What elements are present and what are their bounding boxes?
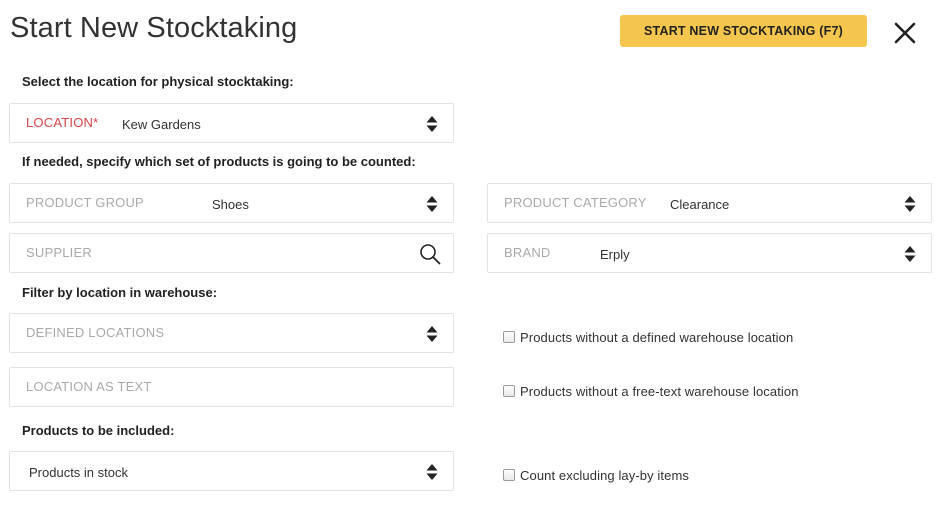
no-freetext-location-checkbox[interactable] xyxy=(503,385,515,397)
brand-value: Erply xyxy=(600,247,630,262)
product-group-select[interactable]: PRODUCT GROUP Shoes xyxy=(9,183,454,223)
exclude-layby-checkbox-row[interactable]: Count excluding lay-by items xyxy=(503,467,689,483)
location-label: LOCATION* xyxy=(26,115,99,130)
brand-label: BRAND xyxy=(504,245,551,260)
products-included-value: Products in stock xyxy=(29,465,128,480)
products-included-select[interactable]: Products in stock xyxy=(9,451,454,491)
no-defined-location-checkbox-row[interactable]: Products without a defined warehouse loc… xyxy=(503,329,793,345)
location-select[interactable]: LOCATION* Kew Gardens xyxy=(9,103,454,143)
location-section-heading: Select the location for physical stockta… xyxy=(22,74,294,89)
product-category-select[interactable]: PRODUCT CATEGORY Clearance xyxy=(487,183,932,223)
warehouse-section-heading: Filter by location in warehouse: xyxy=(22,285,218,300)
supplier-search-field[interactable]: SUPPLIER xyxy=(9,233,454,273)
sort-arrows-icon xyxy=(426,464,438,480)
defined-locations-select[interactable]: DEFINED LOCATIONS xyxy=(9,313,454,353)
location-value: Kew Gardens xyxy=(122,117,201,132)
start-new-stocktaking-button[interactable]: START NEW STOCKTAKING (F7) xyxy=(620,15,867,47)
location-as-text-input[interactable]: LOCATION AS TEXT xyxy=(9,367,454,407)
sort-arrows-icon xyxy=(904,246,916,262)
page-title: Start New Stocktaking xyxy=(10,12,298,44)
product-category-label: PRODUCT CATEGORY xyxy=(504,195,647,210)
search-icon[interactable] xyxy=(419,243,441,265)
sort-arrows-icon xyxy=(904,196,916,212)
product-category-value: Clearance xyxy=(670,197,730,212)
products-section-heading: If needed, specify which set of products… xyxy=(22,154,416,169)
sort-arrows-icon xyxy=(426,326,438,342)
defined-locations-label: DEFINED LOCATIONS xyxy=(26,325,165,340)
brand-select[interactable]: BRAND Erply xyxy=(487,233,932,273)
location-as-text-label: LOCATION AS TEXT xyxy=(26,379,152,394)
supplier-label: SUPPLIER xyxy=(26,245,92,260)
close-icon xyxy=(894,22,916,44)
product-group-label: PRODUCT GROUP xyxy=(26,195,144,210)
included-section-heading: Products to be included: xyxy=(22,423,175,438)
sort-arrows-icon xyxy=(426,116,438,132)
no-freetext-location-checkbox-row[interactable]: Products without a free-text warehouse l… xyxy=(503,383,799,399)
sort-arrows-icon xyxy=(426,196,438,212)
no-defined-location-label: Products without a defined warehouse loc… xyxy=(520,329,794,345)
no-defined-location-checkbox[interactable] xyxy=(503,331,515,343)
no-freetext-location-label: Products without a free-text warehouse l… xyxy=(520,383,799,399)
close-button[interactable] xyxy=(890,18,920,48)
product-group-value: Shoes xyxy=(212,197,249,212)
exclude-layby-label: Count excluding lay-by items xyxy=(520,467,689,483)
exclude-layby-checkbox[interactable] xyxy=(503,469,515,481)
